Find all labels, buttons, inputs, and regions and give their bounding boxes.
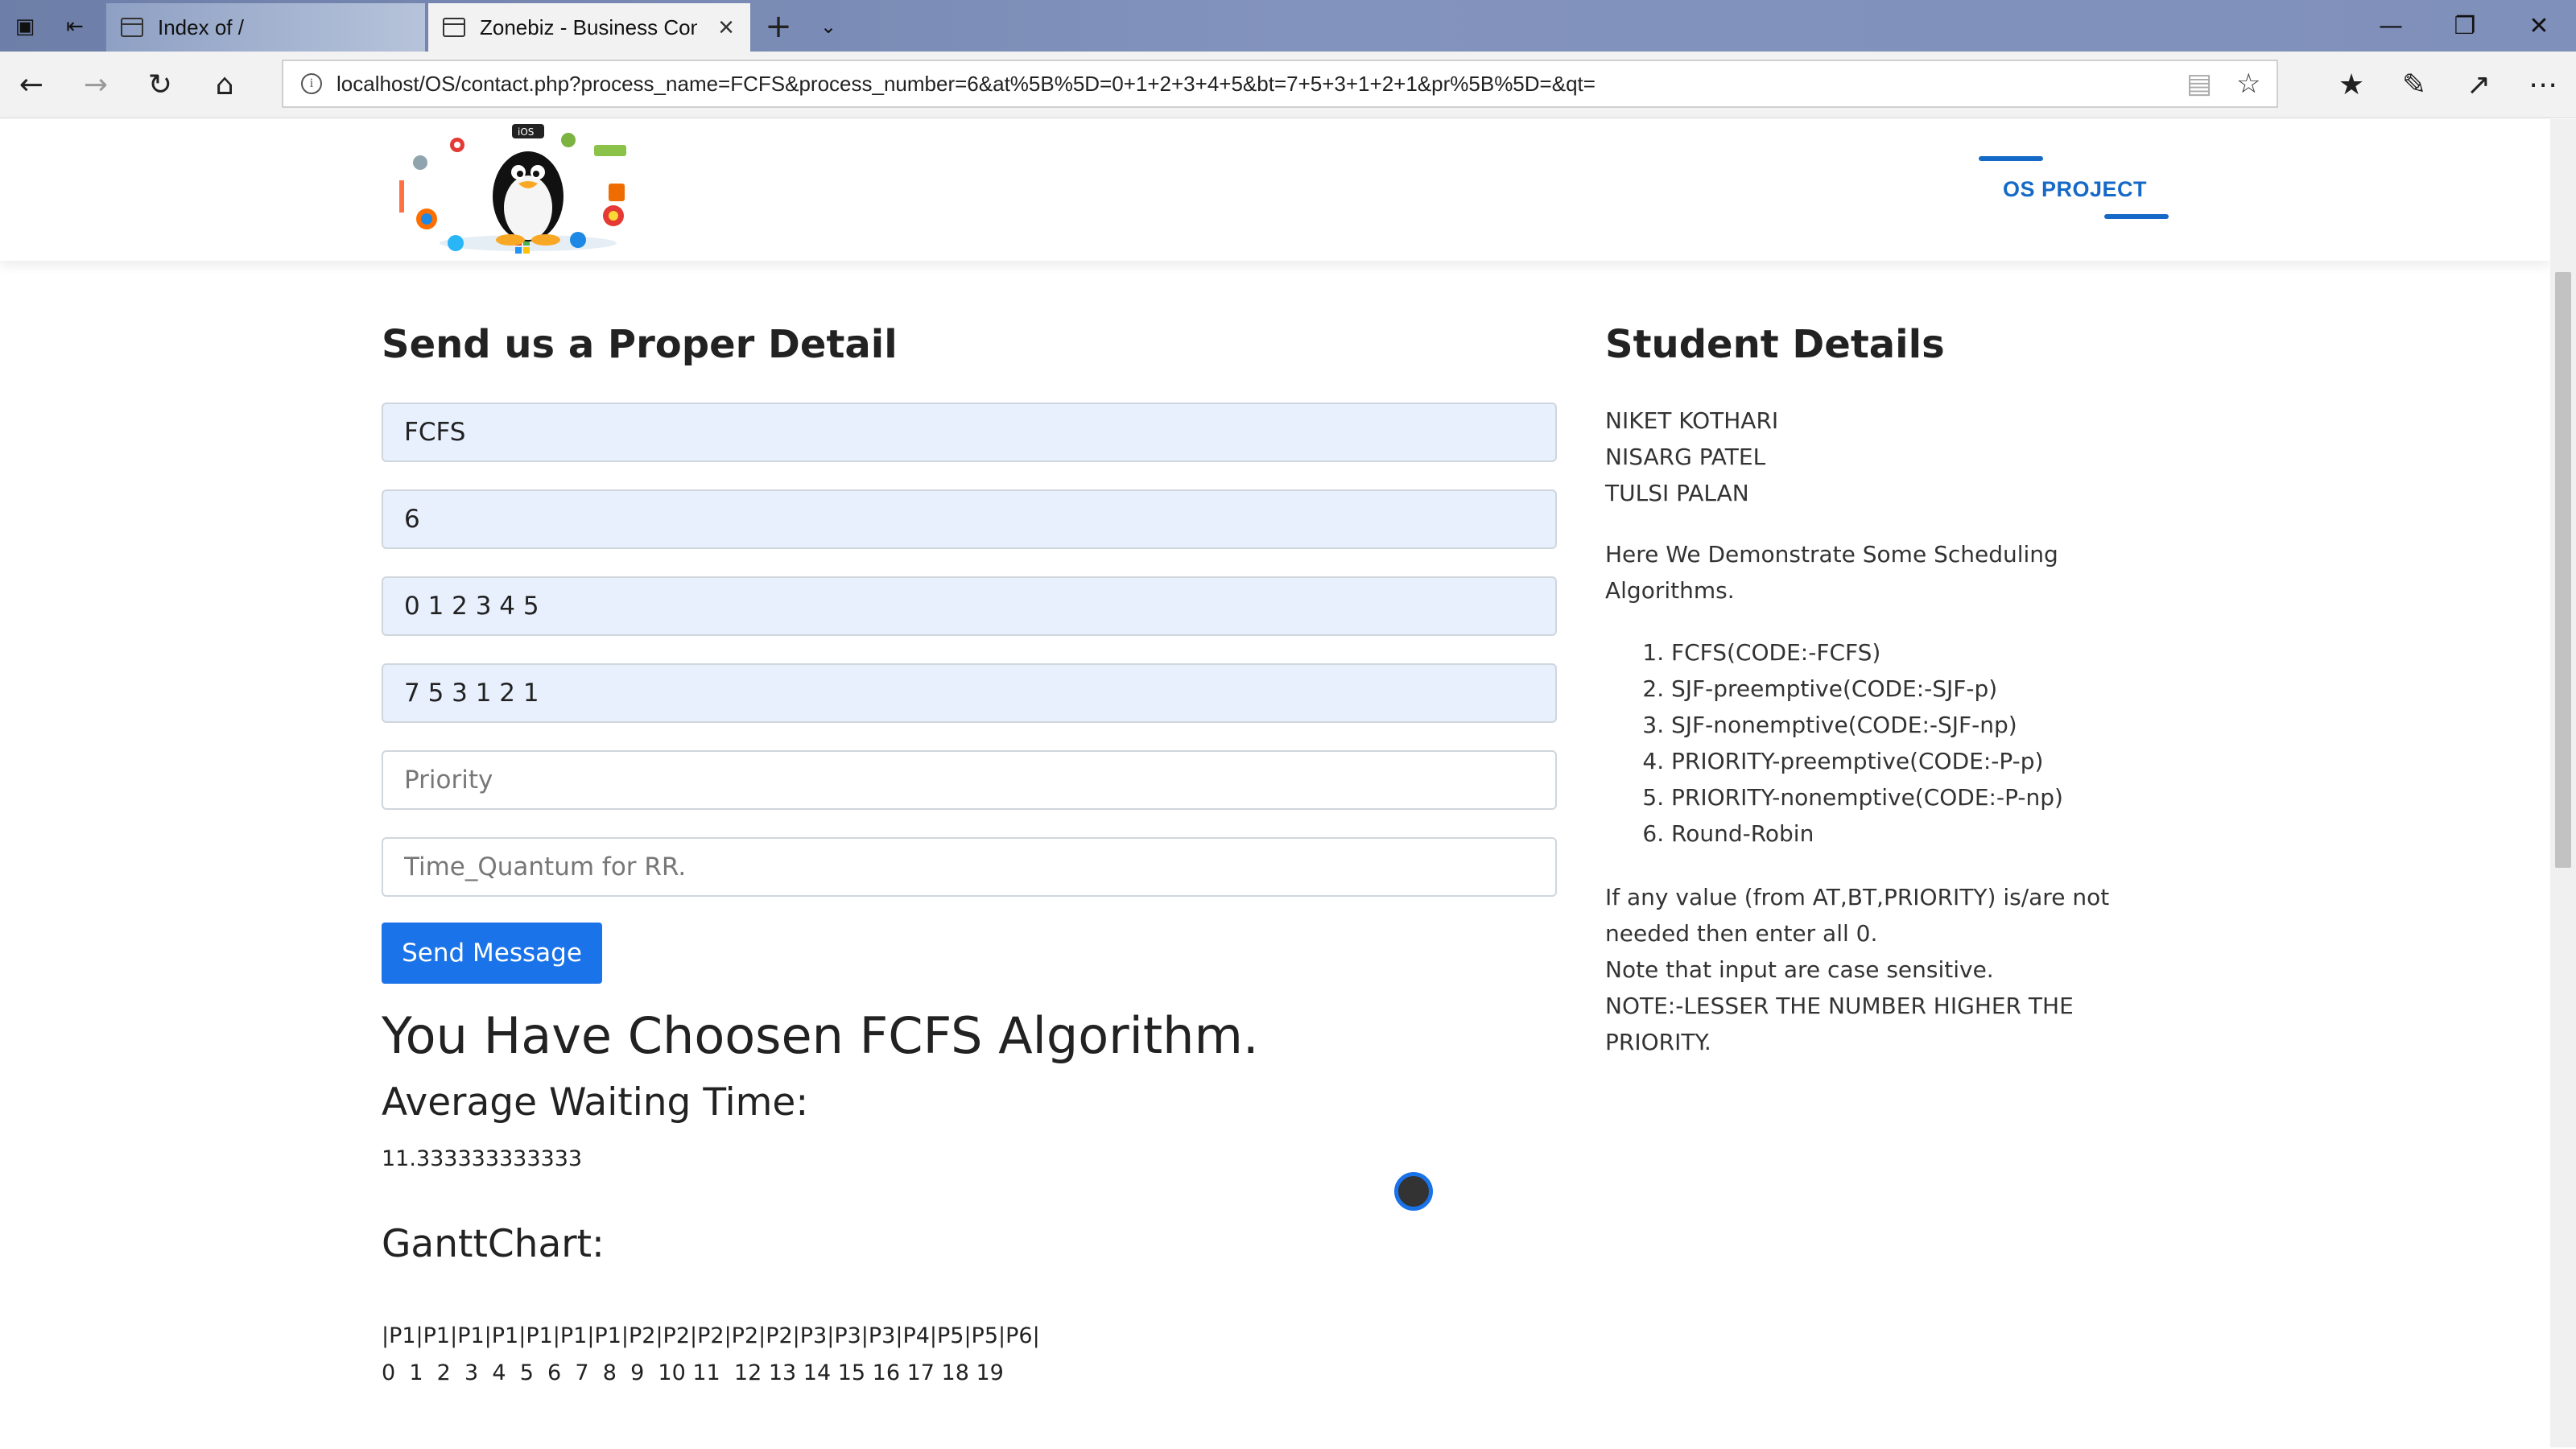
list-item: FCFS(CODE:-FCFS) — [1671, 634, 2063, 671]
form-title: Send us a Proper Detail — [382, 322, 898, 367]
student-name: NISARG PATEL — [1605, 444, 1766, 470]
page-scrollbar[interactable] — [2550, 119, 2576, 1447]
favorites-hub-icon[interactable]: ★ — [2333, 66, 2370, 103]
process-name-input[interactable] — [382, 402, 1557, 462]
note-text: If any value (from AT,BT,PRIORITY) is/ar… — [1605, 884, 2110, 947]
web-note-pen-icon[interactable]: ✎ — [2396, 66, 2433, 103]
note-text: NOTE:-LESSER THE NUMBER HIGHER THE PRIOR… — [1605, 993, 2074, 1055]
page-icon — [121, 18, 143, 37]
refresh-icon[interactable]: ↻ — [142, 66, 179, 103]
student-name: TULSI PALAN — [1605, 480, 1749, 506]
reading-view-icon[interactable]: ▤ — [2186, 68, 2212, 100]
algorithm-list: FCFS(CODE:-FCFS) SJF-preemptive(CODE:-SJ… — [1610, 634, 2063, 852]
average-waiting-time-label: Average Waiting Time: — [382, 1080, 809, 1125]
address-toolbar: ← → ↻ ⌂ i localhost/OS/contact.php?proce… — [0, 52, 2576, 118]
new-tab-icon[interactable]: + — [765, 8, 792, 45]
note-text: Note that input are case sensitive. — [1605, 956, 1994, 983]
student-details-title: Student Details — [1605, 322, 1945, 367]
gantt-chart-label: GanttChart: — [382, 1222, 605, 1266]
set-aside-tabs-icon[interactable]: ⇤ — [61, 13, 89, 40]
tab-title: Zonebiz - Business Con: — [480, 14, 697, 39]
more-menu-icon[interactable]: ⋯ — [2524, 66, 2562, 103]
average-waiting-time-value: 11.333333333333 — [382, 1146, 583, 1171]
list-item: Round-Robin — [1671, 815, 2063, 852]
intro-paragraph: Here We Demonstrate Some Scheduling Algo… — [1605, 541, 2058, 604]
tab-zonebiz[interactable]: Zonebiz - Business Con: × — [428, 3, 750, 52]
tab-preview-chevron-icon[interactable]: ⌄ — [815, 13, 842, 40]
nav-link-os-project[interactable]: OS PROJECT — [2003, 177, 2147, 202]
arrival-times-input[interactable] — [382, 576, 1557, 636]
os-logo-icon[interactable]: iOS — [391, 122, 665, 258]
url-field[interactable]: i localhost/OS/contact.php?process_name=… — [282, 60, 2278, 108]
tab-index-of[interactable]: Index of / — [106, 3, 425, 52]
scrollbar-thumb[interactable] — [2555, 272, 2571, 868]
forward-icon[interactable]: → — [77, 66, 114, 103]
home-icon[interactable]: ⌂ — [206, 66, 243, 103]
notes: If any value (from AT,BT,PRIORITY) is/ar… — [1605, 879, 2136, 1060]
favorite-star-icon[interactable]: ☆ — [2236, 68, 2260, 100]
share-icon[interactable]: ↗ — [2460, 66, 2497, 103]
browser-tab-strip: ▣ ⇤ Index of / Zonebiz - Business Con: ×… — [0, 0, 2576, 52]
restore-icon[interactable]: ❐ — [2441, 8, 2489, 43]
minimize-icon[interactable]: — — [2367, 8, 2415, 43]
list-item: PRIORITY-nonemptive(CODE:-P-np) — [1671, 779, 2063, 815]
list-item: SJF-preemptive(CODE:-SJF-p) — [1671, 671, 2063, 707]
url-text: localhost/OS/contact.php?process_name=FC… — [336, 71, 1596, 96]
gantt-time-ticks: 0 1 2 3 4 5 6 7 8 9 10 11 12 13 14 15 16… — [382, 1360, 1004, 1385]
close-tab-icon[interactable]: × — [718, 12, 734, 43]
intro-text: Here We Demonstrate Some Scheduling Algo… — [1605, 536, 2120, 609]
student-name: NIKET KOTHARI — [1605, 407, 1779, 434]
site-header: iOS OS PROJECT — [0, 119, 2550, 261]
gantt-process-sequence: |P1|P1|P1|P1|P1|P1|P1|P2|P2|P2|P2|P2|P3|… — [382, 1323, 1040, 1348]
tab-actions-icon[interactable]: ▣ — [11, 13, 39, 40]
send-message-button[interactable]: Send Message — [382, 923, 602, 984]
close-window-icon[interactable]: ✕ — [2515, 8, 2563, 43]
burst-times-input[interactable] — [382, 663, 1557, 723]
result-title: You Have Choosen FCFS Algorithm. — [382, 1006, 1259, 1065]
page-icon — [443, 18, 465, 37]
tab-title: Index of / — [158, 14, 244, 39]
mouse-cursor-indicator — [1394, 1172, 1433, 1211]
back-icon[interactable]: ← — [13, 66, 50, 103]
time-quantum-input[interactable] — [382, 837, 1557, 897]
list-item: PRIORITY-preemptive(CODE:-P-p) — [1671, 743, 2063, 779]
list-item: SJF-nonemptive(CODE:-SJF-np) — [1671, 707, 2063, 743]
student-list: NIKET KOTHARI NISARG PATEL TULSI PALAN — [1605, 402, 1778, 511]
process-number-input[interactable] — [382, 489, 1557, 549]
nav-accent-bar — [2104, 214, 2169, 219]
nav-accent-bar — [1979, 156, 2043, 161]
priority-input[interactable] — [382, 750, 1557, 810]
svg-text:iOS: iOS — [518, 126, 534, 138]
site-info-icon[interactable]: i — [301, 73, 322, 94]
